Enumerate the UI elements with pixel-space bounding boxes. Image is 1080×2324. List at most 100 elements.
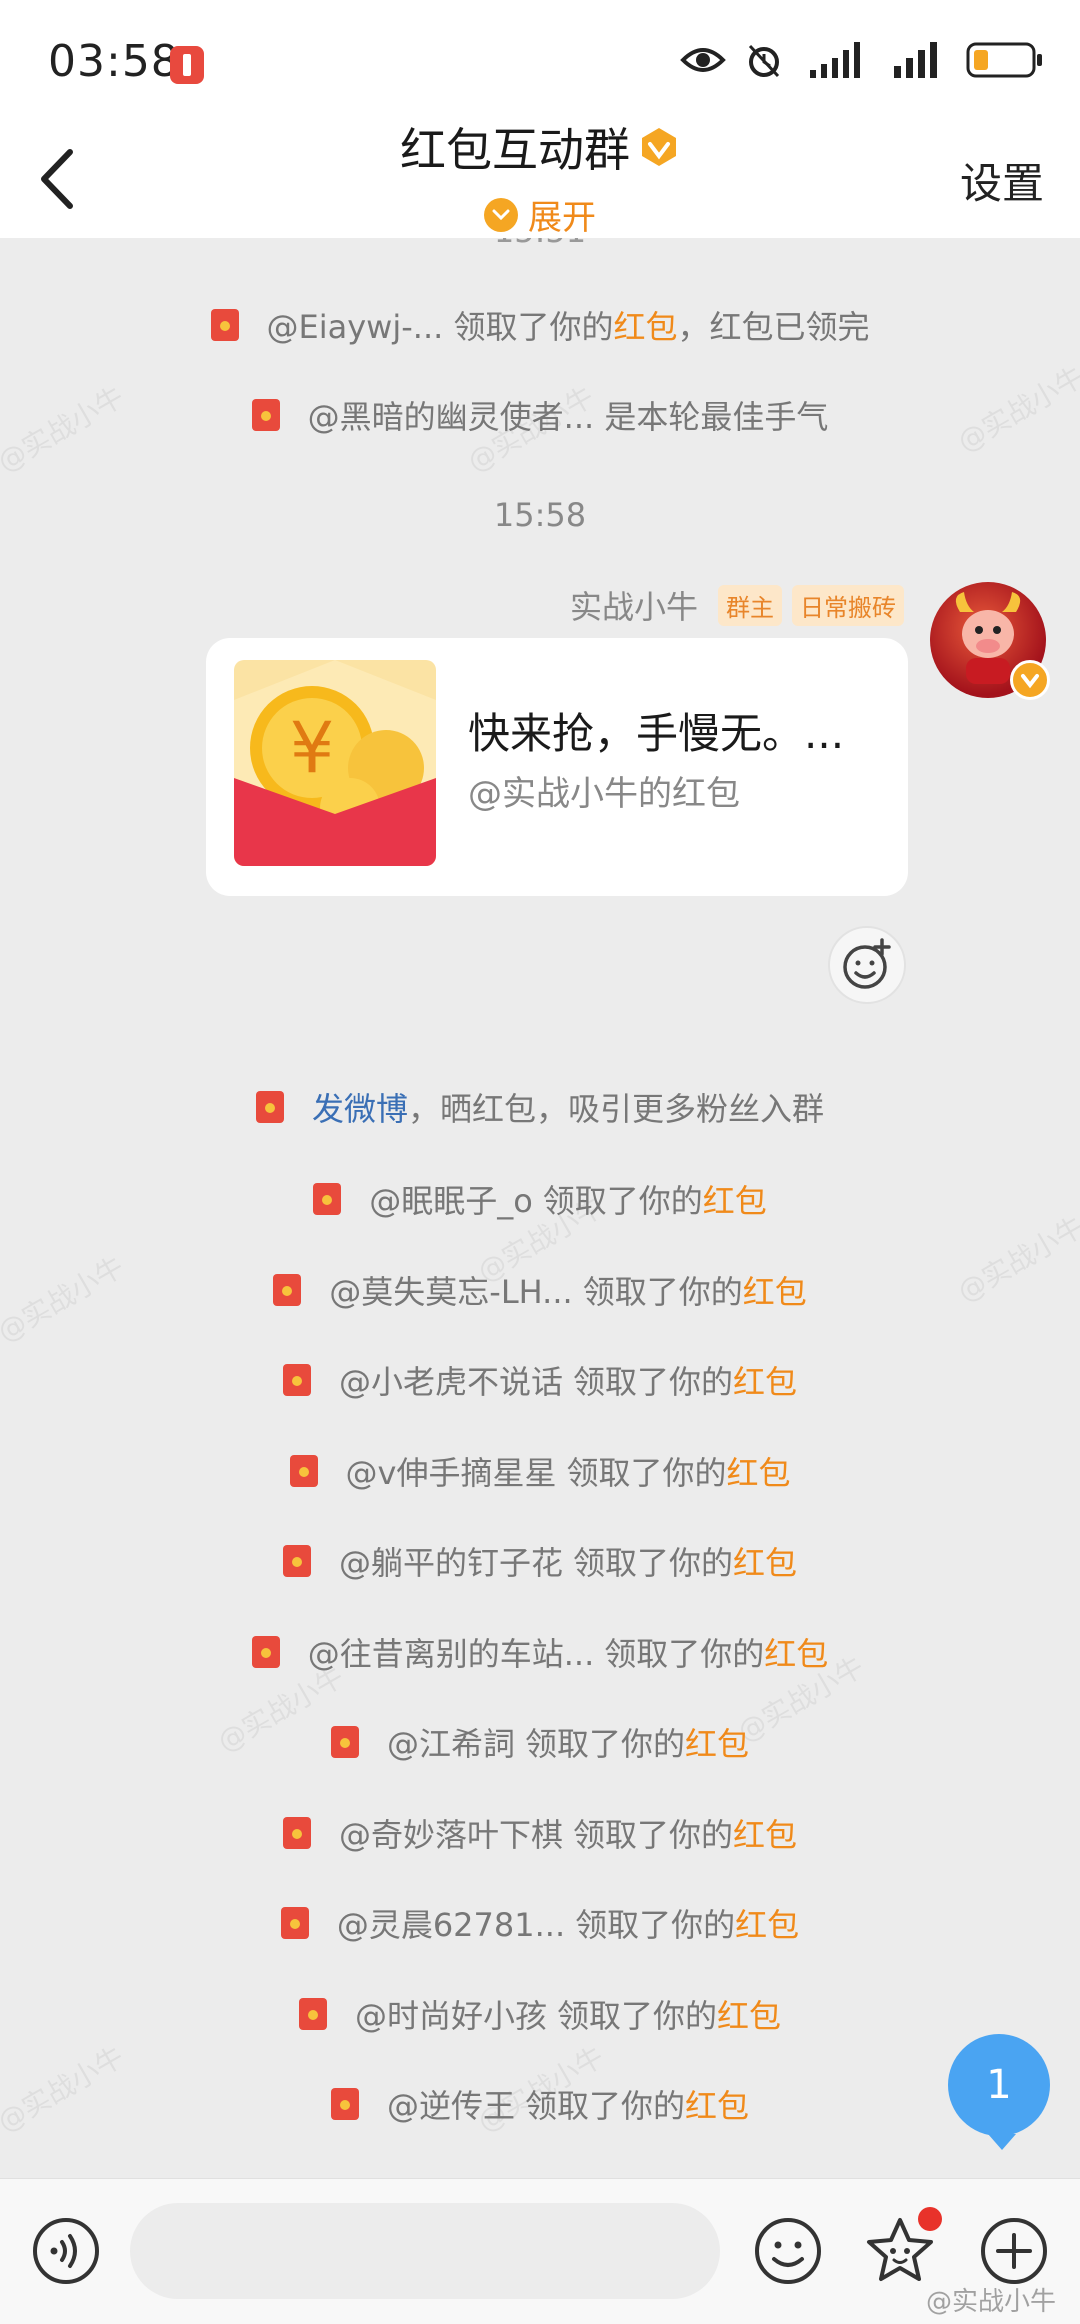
red-packet-icon — [330, 2088, 359, 2120]
red-packet-link[interactable]: 红包 — [743, 1267, 807, 1313]
red-packet-link[interactable]: 红包 — [685, 1719, 749, 1765]
red-packet-link[interactable]: 红包 — [735, 1900, 799, 1946]
red-packet-link[interactable]: 红包 — [733, 1357, 797, 1403]
claim-text: 领取了你的 — [542, 1182, 703, 1220]
status-time: 03:58 — [48, 36, 180, 87]
claimer-name[interactable]: @莫失莫忘-LH... — [329, 1267, 572, 1313]
sender-info: 实战小牛 群主 日常搬砖 — [570, 582, 904, 628]
post-weibo-link[interactable]: 发微博 — [312, 1084, 408, 1130]
red-packet-icon — [255, 1091, 284, 1123]
system-message: 发微博 ，晒红包，吸引更多粉丝入群 — [0, 1084, 1080, 1131]
red-packet-link[interactable]: 红包 — [685, 2081, 749, 2127]
red-packet-link[interactable]: 红包 — [613, 302, 677, 348]
claimer-name[interactable]: @躺平的钉子花 — [339, 1538, 563, 1584]
claim-message: @眠眠子_o 领取了你的 红包 — [0, 1176, 1080, 1223]
expand-label: 展开 — [528, 198, 596, 238]
battery-saver-icon — [170, 46, 204, 84]
claimer-name[interactable]: @逆传王 — [387, 2081, 515, 2127]
verified-badge-icon — [642, 128, 676, 166]
claim-message: @小老虎不说话 领取了你的 红包 — [0, 1357, 1080, 1404]
add-reaction-button[interactable] — [828, 926, 906, 1004]
claim-text: 领取了你的 — [524, 1725, 685, 1763]
claim-message: @时尚好小孩 领取了你的 红包 — [0, 1991, 1080, 2038]
claimer-name[interactable]: @灵晨62781... — [337, 1900, 565, 1946]
red-packet-sender: @实战小牛的红包 — [468, 774, 740, 814]
claim-text: 领取了你的 — [524, 2087, 685, 2125]
claim-text: 领取了你的 — [582, 1272, 743, 1311]
input-bar: @实战小牛 — [0, 2178, 1080, 2324]
claim-text: 领取了你的 — [575, 1906, 736, 1944]
red-packet-icon — [298, 1997, 327, 2030]
claimer-name[interactable]: @时尚好小孩 — [355, 1991, 547, 2037]
red-packet-icon — [273, 1273, 302, 1306]
claim-message: @逆传王 领取了你的 红包 — [0, 2081, 1080, 2128]
role-badge: 群主 — [718, 584, 782, 626]
red-packet-icon — [330, 1726, 359, 1758]
message-input[interactable] — [130, 2203, 720, 2299]
red-packet-link[interactable]: 红包 — [703, 1176, 767, 1222]
claimer-name[interactable]: @奇妙落叶下棋 — [339, 1810, 563, 1856]
red-packet-link[interactable]: 红包 — [733, 1810, 797, 1856]
red-packet-icon — [251, 1635, 280, 1668]
red-packet-link[interactable]: 红包 — [764, 1629, 828, 1675]
chevron-down-icon — [484, 197, 518, 232]
red-packet-icon — [289, 1454, 318, 1487]
alarm-icon — [748, 44, 780, 78]
settings-button[interactable]: 设置 — [960, 150, 1044, 211]
claim-text: 领取了你的 — [572, 1363, 733, 1401]
eye-icon — [680, 48, 726, 72]
signal-icon — [894, 42, 937, 78]
page-title: 红包互动群 — [0, 114, 1080, 180]
red-packet-link[interactable]: 红包 — [733, 1538, 797, 1584]
claim-message: @莫失莫忘-LH... 领取了你的 红包 — [0, 1267, 1080, 1314]
red-packet-link[interactable]: 红包 — [717, 1991, 781, 2037]
red-packet-icon — [282, 1816, 311, 1849]
time-separator: 15:58 — [493, 496, 587, 534]
notification-dot — [918, 2207, 942, 2231]
group-name: 红包互动群 — [400, 123, 630, 177]
svg-text:¥: ¥ — [290, 707, 335, 789]
claimer-name[interactable]: @眠眠子_o — [369, 1176, 533, 1222]
red-packet-message[interactable]: ¥ 快来抢，手慢无。... @实战小牛的红包 — [206, 638, 908, 896]
claim-message: @奇妙落叶下棋 领取了你的 红包 — [0, 1810, 1080, 1857]
voice-button[interactable] — [30, 2215, 102, 2287]
emoji-button[interactable] — [752, 2215, 824, 2287]
red-packet-icon — [280, 1907, 309, 1939]
chat-message-list[interactable]: 15:51 @实战小牛 @实战小牛 @实战小牛 @实战小牛 @实战小牛 @实战小… — [0, 238, 1080, 2178]
claimer-name[interactable]: @v伸手摘星星 — [346, 1448, 557, 1494]
time-separator: 15:51 — [0, 238, 1080, 250]
avatar[interactable] — [930, 582, 1050, 700]
claimer-name[interactable]: @往昔离别的车站... — [308, 1629, 595, 1675]
claimer-name[interactable]: @小老虎不说话 — [339, 1357, 563, 1403]
status-bar: 03:58 — [0, 0, 1080, 128]
expand-button[interactable]: 展开 — [0, 190, 1080, 239]
status-icons — [680, 40, 1080, 90]
red-packet-icon — [282, 1545, 311, 1577]
claim-message: @v伸手摘星星 领取了你的 红包 — [0, 1448, 1080, 1495]
role-badge: 日常搬砖 — [792, 584, 904, 626]
red-packet-greeting: 快来抢，手慢无。... — [468, 709, 845, 758]
chat-header: 红包互动群 展开 设置 — [0, 110, 1080, 238]
claim-text: 领取了你的 — [556, 1996, 717, 2035]
unread-count-badge[interactable]: 1 — [948, 2034, 1050, 2150]
claim-message: @灵晨62781... 领取了你的 红包 — [0, 1900, 1080, 1947]
red-packet-icon — [313, 1183, 342, 1215]
footer-watermark: @实战小牛 — [925, 2287, 1056, 2317]
claim-text: 领取了你的 — [566, 1453, 727, 1492]
add-emoji-icon — [843, 938, 891, 989]
red-packet-icon — [210, 309, 239, 341]
battery-icon — [966, 42, 1042, 78]
red-packet-image: ¥ — [234, 660, 436, 866]
red-packet-link[interactable]: 红包 — [726, 1448, 790, 1494]
claimer-name[interactable]: @江希詞 — [387, 1719, 515, 1765]
red-packet-icon — [282, 1364, 311, 1396]
system-message: @黑暗的幽灵使者... 是本轮最佳手气 — [0, 392, 1080, 439]
claim-message: @躺平的钉子花 领取了你的 红包 — [0, 1538, 1080, 1585]
claim-message: @往昔离别的车站... 领取了你的 红包 — [0, 1629, 1080, 1676]
signal-icon — [810, 42, 860, 78]
red-packet-icon — [251, 399, 280, 431]
verified-badge-icon — [1010, 660, 1050, 700]
sender-name[interactable]: 实战小牛 — [570, 582, 698, 628]
claim-text: 领取了你的 — [572, 1544, 733, 1582]
add-more-button[interactable] — [978, 2215, 1050, 2287]
